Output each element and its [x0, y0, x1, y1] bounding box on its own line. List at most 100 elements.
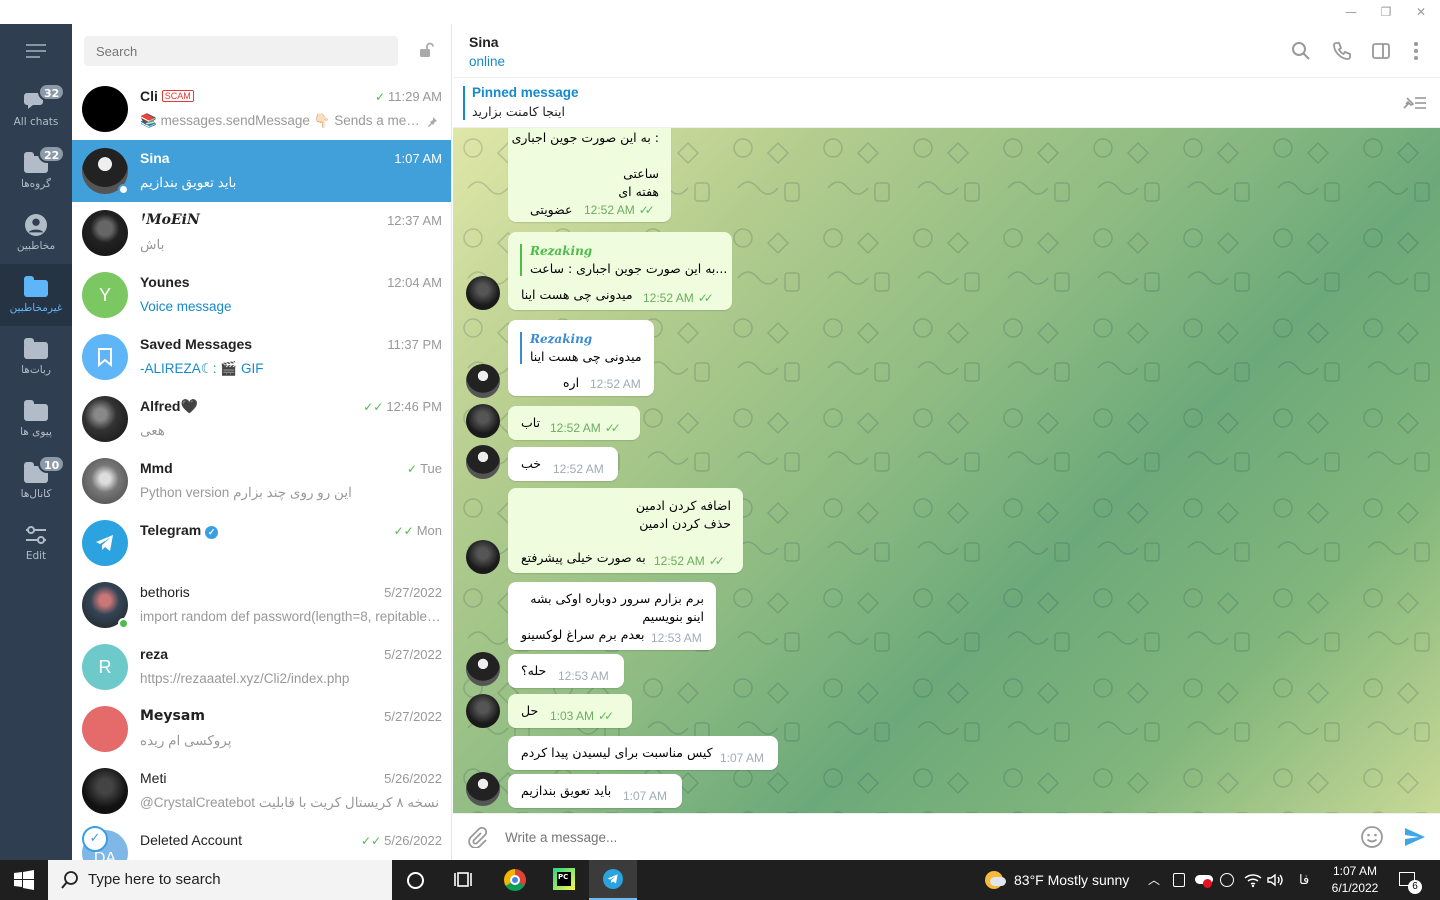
search-input[interactable] — [84, 36, 398, 66]
chat-time: ✓ Tue — [407, 461, 442, 476]
chat-preview: باید تعویق بندازیم — [140, 175, 237, 190]
folder-label: All chats — [13, 116, 59, 128]
folder-label: گروه‌ها — [20, 178, 52, 190]
chat-row-saved-messages[interactable]: Saved Messages 11:37 PM -ALIREZA☾: 🎬 GIF — [72, 326, 451, 388]
task-view-icon[interactable] — [453, 870, 473, 890]
avatar — [82, 86, 128, 132]
minimize-button[interactable]: — — [1334, 0, 1368, 24]
sender-avatar[interactable] — [466, 772, 500, 806]
clock-date: 6/1/2022 — [1331, 881, 1379, 895]
folder-non-contacts[interactable]: غیرمخاطبین — [0, 264, 72, 326]
message-bubble-incoming[interactable]: باید تعویق بندازیم 1:07 AM — [508, 774, 682, 808]
folder-bots[interactable]: ربات‌ها — [0, 326, 72, 388]
message-text: هفته ای — [618, 184, 659, 199]
sender-avatar[interactable] — [466, 364, 500, 398]
phone-icon[interactable] — [1331, 40, 1353, 62]
windows-start-icon[interactable] — [14, 870, 34, 890]
sender-avatar[interactable] — [466, 404, 500, 438]
chat-row-cli[interactable]: Cli SCAM ✓ 11:29 AM 📚 messages.sendMessag… — [72, 78, 451, 140]
folder-contacts[interactable]: مخاطبین — [0, 202, 72, 264]
chat-row-moein[interactable]: ꞋMoEiN 12:37 AM باش — [72, 202, 451, 264]
sender-avatar[interactable] — [466, 652, 500, 686]
pycharm-app-icon[interactable]: PC — [540, 860, 588, 900]
message-text: حل — [521, 703, 539, 718]
input-language[interactable]: فا — [1299, 860, 1309, 900]
message-bubble-incoming[interactable]: برم بزارم سرور دوباره اوکی بشه اینو بنوی… — [508, 582, 716, 650]
clock[interactable]: 1:07 AM 6/1/2022 — [1326, 863, 1384, 897]
message-input[interactable] — [505, 822, 1345, 852]
avatar — [82, 768, 128, 814]
message-text: اره — [563, 375, 580, 390]
avatar — [82, 210, 128, 256]
restore-button[interactable]: ❐ — [1369, 0, 1403, 24]
pinned-list-icon[interactable] — [1401, 94, 1427, 112]
chat-time: 11:37 PM — [387, 337, 442, 352]
chat-preview: هعی — [140, 423, 165, 438]
message-bubble-outgoing[interactable]: اضافه کردن ادمین حذف کردن ادمین به صورت … — [508, 488, 743, 573]
message-bubble-incoming[interactable]: کیس مناسبت برای لیسیدن پیدا کردم 1:07 AM — [508, 736, 778, 770]
message-bubble-outgoing[interactable]: تاب 12:52 AM ✓✓ — [508, 406, 640, 440]
tray-overflow-icon[interactable]: ︿ — [1148, 860, 1160, 900]
network-status-icon[interactable] — [1220, 873, 1234, 887]
chrome-app-icon[interactable] — [491, 860, 539, 900]
pinned-message-bar[interactable]: Pinned message اینجا کامنت بزارید — [453, 78, 1440, 128]
telegram-app-icon[interactable] — [589, 860, 637, 900]
weather-text[interactable]: 83°F Mostly sunny — [1014, 860, 1129, 900]
windows-taskbar: Type here to search PC 83°F Mostly sunny… — [0, 860, 1440, 900]
message-bubble-incoming[interactable]: حله؟ 12:53 AM — [508, 654, 624, 688]
lock-icon[interactable] — [418, 42, 434, 58]
chat-preview: import random def password(length=8, rep… — [140, 609, 444, 624]
chat-row-meysam[interactable]: Meysam 5/27/2022 پروکسی ام ریده — [72, 698, 451, 760]
folder-all-chats[interactable]: 32 All chats — [0, 78, 72, 140]
message-text: اضافه کردن ادمین — [635, 498, 731, 513]
contact-icon — [25, 214, 47, 236]
sender-avatar[interactable] — [466, 445, 500, 479]
chat-row-alfred[interactable]: Alfred🖤 ✓✓ 12:46 PM هعی — [72, 388, 451, 450]
reply-quote[interactable]: Rezaking میدونی چی هست اینا — [520, 332, 642, 364]
sender-avatar[interactable] — [466, 276, 500, 310]
meet-now-icon[interactable] — [1173, 873, 1185, 887]
hamburger-menu-icon[interactable] — [26, 44, 46, 58]
volume-icon[interactable] — [1266, 872, 1284, 888]
folder-badge: 10 — [38, 455, 66, 473]
message-bubble-incoming[interactable]: خب 12:52 AM — [508, 447, 618, 481]
cortana-icon[interactable] — [407, 872, 424, 889]
close-button[interactable]: ✕ — [1404, 0, 1438, 24]
chat-row-sina[interactable]: Sina 1:07 AM باید تعویق بندازیم — [72, 140, 451, 202]
peer-name[interactable]: Sina — [469, 34, 499, 50]
folder-groups[interactable]: 22 گروه‌ها — [0, 140, 72, 202]
folder-private[interactable]: پیوی ها — [0, 388, 72, 450]
attach-icon[interactable] — [466, 826, 488, 848]
chat-row-telegram[interactable]: Telegram ✓ ✓✓ Mon — [72, 512, 451, 574]
chat-row-reza[interactable]: R reza 5/27/2022 https://rezaaatel.xyz/C… — [72, 636, 451, 698]
more-options-icon[interactable] — [1405, 40, 1427, 62]
message-bubble-outgoing[interactable]: به این صورت جوین اجباری : ساعتی هفته ای … — [508, 128, 671, 222]
message-bubble-outgoing[interactable]: Rezaking به این صورت جوین اجباری : ساعت.… — [508, 232, 732, 310]
reply-quote[interactable]: Rezaking به این صورت جوین اجباری : ساعت.… — [520, 244, 727, 276]
send-icon[interactable] — [1403, 825, 1427, 849]
message-text: اینو بنویسیم — [642, 609, 704, 624]
chat-row-meti[interactable]: Meti 5/26/2022 @CrystalCreatebot نسخه ۸ … — [72, 760, 451, 822]
chat-name: Deleted Account — [140, 832, 242, 848]
taskbar-search[interactable]: Type here to search — [48, 860, 392, 900]
chat-row-younes[interactable]: Y Younes 12:04 AM Voice message — [72, 264, 451, 326]
search-icon[interactable] — [1290, 40, 1312, 62]
chat-row-bethoris[interactable]: bethoris 5/27/2022 import random def pas… — [72, 574, 451, 636]
emoji-icon[interactable] — [1360, 825, 1384, 849]
preview-sender: -ALIREZA☾: — [140, 361, 217, 376]
chat-time: 12:04 AM — [387, 275, 442, 290]
sidebar-toggle-icon[interactable] — [1370, 40, 1392, 62]
wifi-icon[interactable] — [1244, 872, 1262, 888]
pinned-title: Pinned message — [472, 85, 579, 100]
message-text: باید تعویق بندازیم — [521, 783, 612, 798]
folder-channels[interactable]: 10 کانال‌ها — [0, 450, 72, 512]
message-bubble-outgoing[interactable]: حل 1:03 AM ✓✓ — [508, 694, 632, 728]
folder-edit[interactable]: Edit — [0, 512, 72, 574]
message-bubble-incoming[interactable]: Rezaking میدونی چی هست اینا اره 12:52 AM — [508, 320, 654, 396]
chat-row-mmd[interactable]: Mmd ✓ Tue Python version این رو روی چند ب… — [72, 450, 451, 512]
check-badge-icon: ✓ — [82, 826, 108, 852]
chat-name: Saved Messages — [140, 336, 253, 352]
chat-row-deleted-account[interactable]: DA ✓ Deleted Account ✓✓ 5/26/2022 — [72, 822, 451, 860]
sender-avatar[interactable] — [466, 540, 500, 574]
sender-avatar[interactable] — [466, 694, 500, 728]
